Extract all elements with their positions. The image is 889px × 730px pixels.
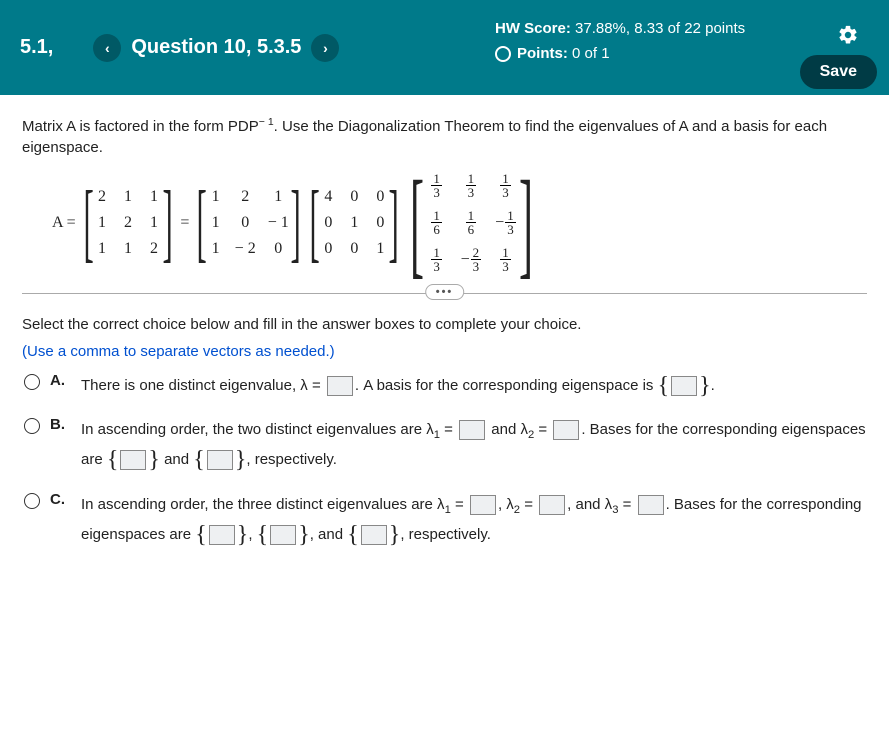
matrix-P-inverse: [ 1313131616−1313−2313 ] — [407, 172, 536, 273]
input-C-lambda2[interactable] — [539, 495, 565, 515]
input-B-basis1[interactable] — [120, 450, 146, 470]
input-A-lambda[interactable] — [327, 376, 353, 396]
input-A-basis[interactable] — [671, 376, 697, 396]
save-button[interactable]: Save — [800, 55, 877, 89]
prev-question-button[interactable]: ‹ — [93, 34, 121, 62]
input-C-basis1[interactable] — [209, 525, 235, 545]
choice-B-label: B. — [50, 416, 65, 433]
hw-score-label: HW Score: — [495, 20, 571, 37]
matrix-equation: A = [ 211121112 ] = [ 12110− 11− 20 ] [ … — [52, 172, 867, 273]
choice-C-text: In ascending order, the three distinct e… — [81, 491, 867, 550]
question-nav: ‹ Question 10, 5.3.5 › — [93, 34, 339, 62]
choice-hint: (Use a comma to separate vectors as need… — [22, 343, 867, 360]
radio-C[interactable] — [24, 493, 40, 509]
input-C-basis2[interactable] — [270, 525, 296, 545]
next-question-button[interactable]: › — [311, 34, 339, 62]
choice-B-text: In ascending order, the two distinct eig… — [81, 416, 867, 475]
input-B-basis2[interactable] — [207, 450, 233, 470]
expand-button[interactable]: ••• — [425, 284, 465, 300]
matrix-D: [ 400010001 ] — [308, 188, 401, 258]
matrix-P: [ 12110− 11− 20 ] — [195, 188, 302, 258]
points-value: 0 of 1 — [572, 45, 610, 62]
choice-B: B. In ascending order, the two distinct … — [24, 416, 867, 475]
input-B-lambda1[interactable] — [459, 420, 485, 440]
choice-A-text: There is one distinct eigenvalue, λ = . … — [81, 372, 715, 401]
content-area: Matrix A is factored in the form PDP− 1.… — [0, 95, 889, 586]
choices-list: A. There is one distinct eigenvalue, λ =… — [24, 372, 867, 550]
input-C-lambda1[interactable] — [470, 495, 496, 515]
input-C-lambda3[interactable] — [638, 495, 664, 515]
settings-button[interactable] — [837, 24, 859, 51]
choice-A-label: A. — [50, 372, 65, 389]
choice-prompt: Select the correct choice below and fill… — [22, 314, 867, 337]
hw-score-value: 37.88%, 8.33 of 22 points — [575, 20, 745, 37]
gear-icon — [837, 24, 859, 46]
matrix-A: [ 211121112 ] — [82, 188, 175, 258]
input-C-basis3[interactable] — [361, 525, 387, 545]
input-B-lambda2[interactable] — [553, 420, 579, 440]
problem-instruction: Matrix A is factored in the form PDP− 1.… — [22, 115, 867, 158]
radio-B[interactable] — [24, 418, 40, 434]
points-status-icon — [495, 46, 511, 62]
points-label: Points: — [517, 45, 568, 62]
choice-C: C. In ascending order, the three distinc… — [24, 491, 867, 550]
header-bar: 5.1, ‹ Question 10, 5.3.5 › HW Score: 37… — [0, 0, 889, 95]
choice-C-label: C. — [50, 491, 65, 508]
choice-A: A. There is one distinct eigenvalue, λ =… — [24, 372, 867, 401]
score-block: HW Score: 37.88%, 8.33 of 22 points Poin… — [495, 18, 745, 65]
breadcrumb: 5.1, — [20, 36, 53, 59]
question-title: Question 10, 5.3.5 — [131, 36, 301, 59]
radio-A[interactable] — [24, 374, 40, 390]
